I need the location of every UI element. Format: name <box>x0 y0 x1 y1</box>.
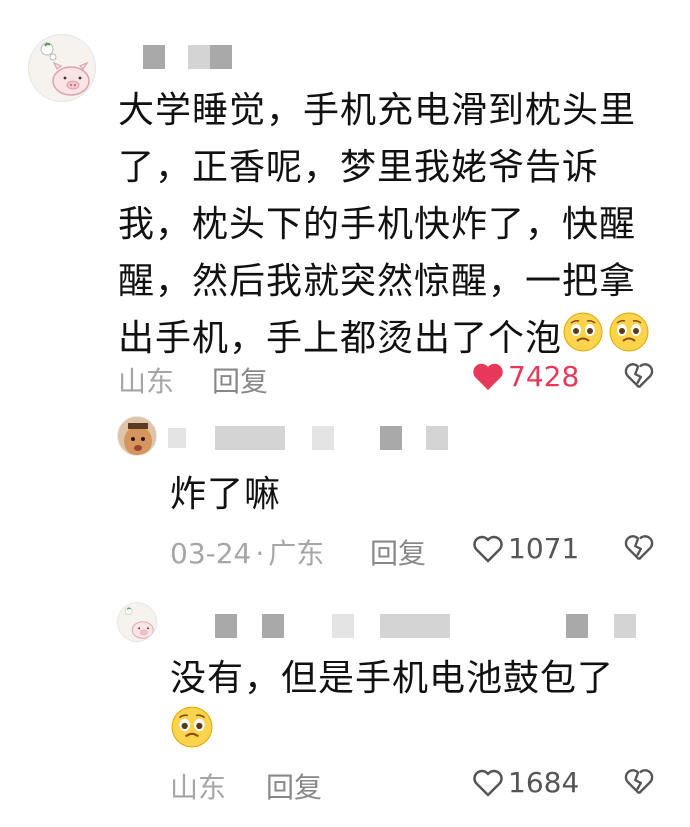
dislike-button[interactable] <box>624 768 654 800</box>
avatar[interactable] <box>117 602 157 642</box>
comment-text: 没有，但是手机电池鼓包了 <box>170 650 670 764</box>
broken-heart-icon <box>624 363 654 389</box>
heart-outline-icon <box>473 769 503 796</box>
comment-location: 山东 <box>118 365 175 398</box>
avatar[interactable] <box>28 34 96 102</box>
comment-meta: 03-24 · 广东 <box>170 532 324 572</box>
broken-heart-icon <box>624 769 654 795</box>
reply-button[interactable]: 回复 <box>266 766 322 806</box>
reply-button[interactable]: 回复 <box>212 360 268 400</box>
like-count: 1684 <box>508 766 580 799</box>
dislike-button[interactable] <box>624 534 654 566</box>
heart-icon <box>473 363 503 390</box>
comment-location: 山东 <box>170 771 227 804</box>
dislike-button[interactable] <box>624 362 654 394</box>
pleading-face-icon <box>170 705 214 766</box>
pig-avatar-icon <box>29 35 95 101</box>
like-count: 7428 <box>508 360 580 393</box>
pleading-face-icon <box>608 311 650 370</box>
like-button[interactable]: 1684 <box>472 766 579 799</box>
like-button[interactable]: 1071 <box>472 532 579 565</box>
broken-heart-icon <box>624 535 654 561</box>
comment-text: 大学睡觉，手机充电滑到枕头里 了，正香呢，梦里我姥爷告诉 我，枕头下的手机快炸了… <box>118 82 678 370</box>
meta-separator: · <box>255 537 265 570</box>
comment-text: 炸了嘛 <box>170 474 282 515</box>
like-button[interactable]: 7428 <box>472 360 579 393</box>
comment-location: 广东 <box>268 537 325 570</box>
comment-date: 03-24 <box>170 537 252 570</box>
like-count: 1071 <box>508 532 580 565</box>
pig-avatar-icon <box>118 603 156 641</box>
reply-button[interactable]: 回复 <box>370 532 426 572</box>
avatar[interactable] <box>117 416 157 456</box>
face-avatar-icon <box>118 417 156 455</box>
heart-outline-icon <box>473 535 503 562</box>
